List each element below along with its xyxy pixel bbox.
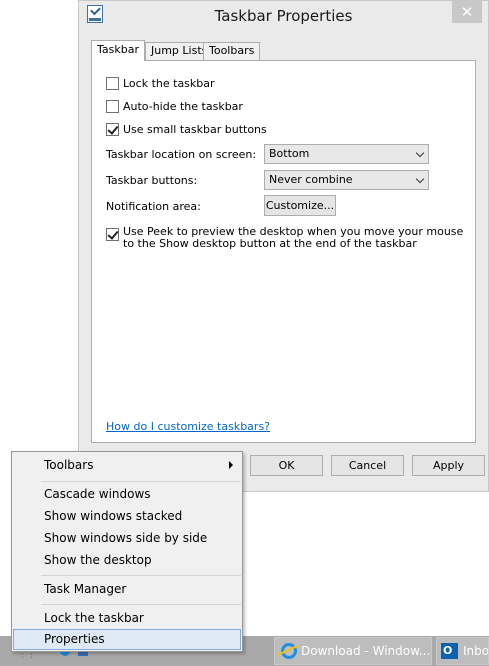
small-buttons-option[interactable]: Use small taskbar buttons (106, 121, 267, 137)
customize-button[interactable]: Customize... (264, 195, 336, 216)
small-buttons-label: Use small taskbar buttons (123, 122, 267, 136)
buttons-label: Taskbar buttons: (106, 174, 198, 187)
menu-item-show-desktop[interactable]: Show the desktop (13, 550, 241, 571)
menu-item-lock-taskbar[interactable]: Lock the taskbar (13, 608, 241, 629)
auto-hide-checkbox[interactable] (106, 99, 119, 113)
location-dropdown[interactable]: Bottom (264, 144, 429, 164)
menu-item-toolbars[interactable]: Toolbars (13, 455, 241, 476)
dialog-title: Taskbar Properties (214, 7, 353, 25)
menu-item-properties[interactable]: Properties (13, 629, 241, 650)
cancel-button[interactable]: Cancel (331, 455, 404, 476)
auto-hide-option[interactable]: Auto-hide the taskbar (106, 98, 243, 114)
peek-option[interactable]: Use Peek to preview the desktop when you… (106, 226, 466, 250)
tab-toolbars[interactable]: Toolbars (203, 42, 261, 60)
buttons-value: Never combine (269, 173, 353, 186)
auto-hide-label: Auto-hide the taskbar (123, 99, 243, 113)
close-button[interactable]: ✕ (452, 1, 482, 23)
taskbar-properties-dialog: Taskbar Properties ✕ Taskbar Jump Lists … (78, 0, 489, 492)
menu-item-show-windows-stacked[interactable]: Show windows stacked (13, 506, 241, 527)
submenu-arrow-icon (229, 461, 233, 469)
menu-item-label: Toolbars (44, 458, 94, 472)
lock-taskbar-option[interactable]: Lock the taskbar (106, 75, 215, 91)
menu-separator (41, 604, 241, 605)
small-buttons-checkbox[interactable] (106, 122, 119, 136)
taskbar-button-label: Inbox (463, 644, 489, 658)
peek-label: Use Peek to preview the desktop when you… (123, 225, 464, 250)
taskbar-button-download[interactable]: Download - Window... (274, 637, 432, 665)
ie-icon (281, 643, 297, 659)
location-value: Bottom (269, 147, 310, 160)
menu-item-cascade-windows[interactable]: Cascade windows (13, 484, 241, 505)
buttons-dropdown[interactable]: Never combine (264, 170, 429, 190)
menu-item-task-manager[interactable]: Task Manager (13, 579, 241, 600)
tab-taskbar[interactable]: Taskbar (91, 40, 145, 61)
ok-button[interactable]: OK (250, 455, 323, 476)
outlook-icon: O (441, 643, 458, 659)
help-link[interactable]: How do I customize taskbars? (106, 420, 270, 433)
menu-separator (41, 481, 241, 482)
lock-taskbar-label: Lock the taskbar (123, 76, 215, 90)
notification-label: Notification area: (106, 200, 201, 213)
menu-item-show-side-by-side[interactable]: Show windows side by side (13, 528, 241, 549)
lock-taskbar-checkbox[interactable] (106, 76, 119, 90)
taskbar-context-menu: Toolbars Cascade windows Show windows st… (11, 451, 243, 652)
chevron-down-icon (415, 174, 425, 184)
apply-button[interactable]: Apply (412, 455, 485, 476)
title-bar[interactable]: Taskbar Properties ✕ (79, 1, 488, 33)
taskbar-tab-panel: Lock the taskbar Auto-hide the taskbar U… (91, 60, 476, 443)
menu-separator (41, 575, 241, 576)
location-label: Taskbar location on screen: (106, 148, 257, 161)
chevron-down-icon (415, 148, 425, 158)
peek-checkbox[interactable] (106, 228, 119, 241)
taskbar-button-inbox[interactable]: O Inbox (436, 637, 489, 665)
taskbar-button-label: Download - Window... (301, 644, 431, 658)
